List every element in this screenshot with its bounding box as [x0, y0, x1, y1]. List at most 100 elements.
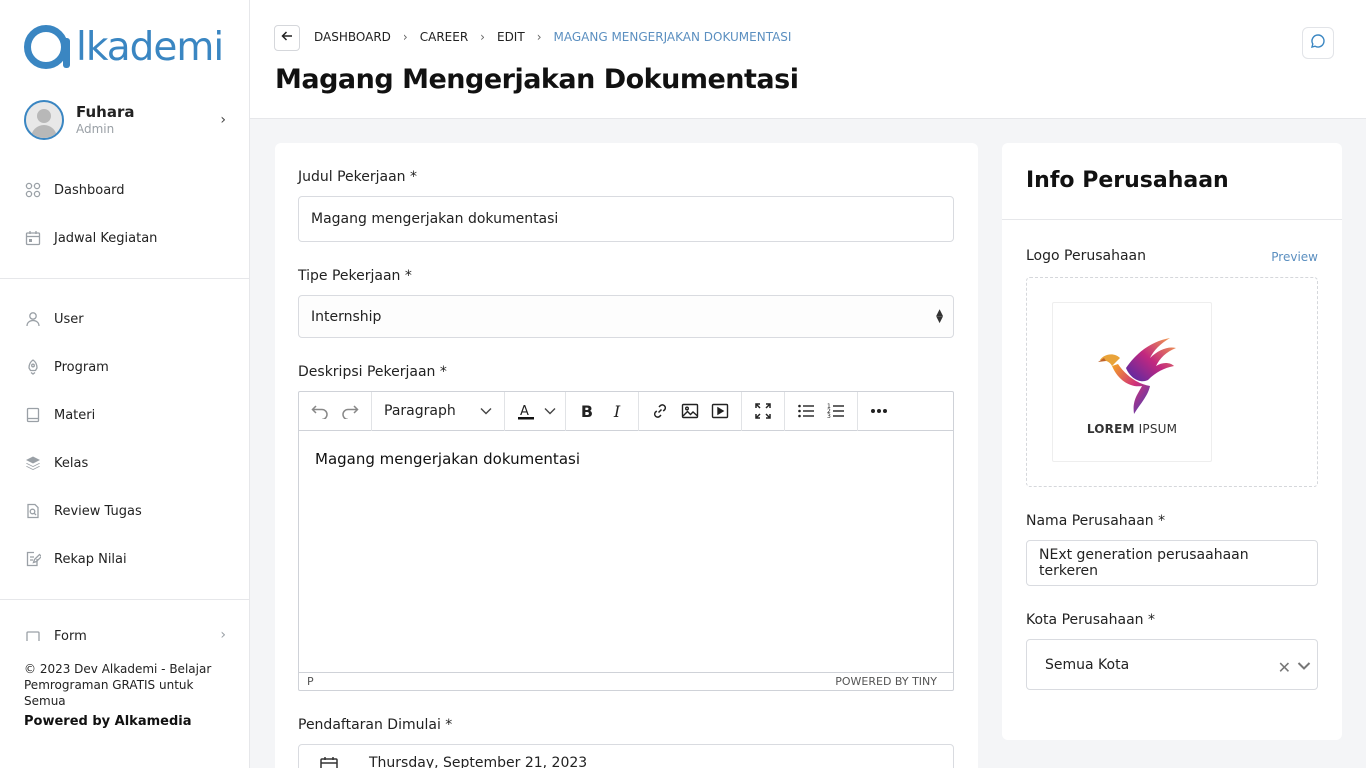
redo-icon[interactable]: [335, 397, 365, 425]
registration-start-datepicker[interactable]: Thursday, September 21, 2023: [298, 744, 954, 768]
form-icon: [24, 627, 42, 641]
sidebar-divider: [0, 278, 249, 279]
registration-start-label: Pendaftaran Dimulai *: [298, 717, 453, 733]
numbered-list-icon[interactable]: 123: [821, 397, 851, 425]
sidebar-item-label: Jadwal Kegiatan: [54, 230, 158, 246]
brand-logo[interactable]: lkademi: [24, 22, 224, 72]
link-icon[interactable]: [645, 397, 675, 425]
arrow-left-icon: [281, 30, 293, 46]
editor-content[interactable]: Magang mengerjakan dokumentasi: [315, 450, 580, 468]
job-type-select[interactable]: Internship ▲ ▼: [298, 295, 954, 338]
logo-mark-icon: [24, 25, 70, 69]
company-info-heading: Info Perusahaan: [1026, 168, 1229, 193]
sidebar-item-label: Dashboard: [54, 182, 125, 198]
powered-by: Powered by Alkamedia: [24, 714, 192, 729]
italic-icon[interactable]: I: [602, 397, 632, 425]
chevron-right-icon: ›: [536, 30, 542, 44]
sidebar-item-label: Kelas: [54, 455, 89, 471]
profile-menu[interactable]: Fuhara Admin ›: [24, 100, 226, 140]
breadcrumb-career[interactable]: CAREER: [420, 30, 468, 44]
bird-logo-icon: [1098, 338, 1176, 414]
bold-icon[interactable]: B: [572, 397, 602, 425]
company-logo-image: LOREM IPSUM: [1052, 302, 1212, 462]
layers-icon: [24, 454, 42, 472]
company-name-value: NExt generation perusaahaan terkeren: [1039, 547, 1249, 579]
company-city-value: Semua Kota: [1045, 656, 1130, 673]
company-logo-label: Logo Perusahaan: [1026, 248, 1146, 264]
card-divider: [1002, 219, 1342, 220]
chevron-down-icon[interactable]: [1297, 659, 1311, 675]
chevron-down-icon: [480, 403, 492, 419]
breadcrumb-edit[interactable]: EDIT: [497, 30, 525, 44]
logo-text-light: IPSUM: [1138, 422, 1178, 436]
logo-upload-area[interactable]: LOREM IPSUM: [1026, 277, 1318, 487]
sidebar-item-form[interactable]: Form ›: [24, 627, 226, 641]
sidebar-copyright: © 2023 Dev Alkademi - Belajar Pemrograma…: [24, 662, 212, 708]
page-header: DASHBOARD › CAREER › EDIT › MAGANG MENGE…: [250, 0, 1366, 119]
chat-icon: [1310, 33, 1326, 53]
block-format-select[interactable]: Paragraph: [378, 397, 498, 425]
sidebar-item-review-tugas[interactable]: Review Tugas: [24, 499, 142, 523]
profile-name: Fuhara: [76, 103, 135, 121]
calendar-icon: [24, 229, 42, 247]
company-info-card: Info Perusahaan Logo Perusahaan Preview: [1002, 143, 1342, 740]
sidebar-item-materi[interactable]: Materi: [24, 403, 95, 427]
fullscreen-icon[interactable]: [748, 397, 778, 425]
sidebar-item-jadwal-kegiatan[interactable]: Jadwal Kegiatan: [24, 226, 157, 250]
rich-text-editor: Paragraph A B I 1 2 3 Magang mengerjakan…: [298, 391, 954, 691]
job-type-value: Internship: [311, 308, 382, 325]
media-icon[interactable]: [705, 397, 735, 425]
sidebar-item-label: Program: [54, 359, 109, 375]
logo-text: lkademi: [76, 24, 224, 70]
edit-doc-icon: [24, 550, 42, 568]
svg-text:3: 3: [827, 413, 831, 420]
sidebar-item-label: Review Tugas: [54, 503, 142, 519]
sidebar-item-label: Rekap Nilai: [54, 551, 127, 567]
breadcrumb: DASHBOARD › CAREER › EDIT › MAGANG MENGE…: [314, 30, 791, 44]
editor-element-path[interactable]: P: [307, 675, 314, 688]
editor-statusbar: P POWERED BY TINY: [299, 672, 953, 690]
editor-powered-by[interactable]: POWERED BY TINY: [835, 675, 937, 688]
sidebar-item-label: Materi: [54, 407, 96, 423]
page-title: Magang Mengerjakan Dokumentasi: [275, 64, 799, 95]
user-icon: [24, 310, 42, 328]
svg-text:A: A: [520, 404, 529, 419]
sidebar-divider: [0, 599, 249, 600]
chevron-right-icon: ›: [220, 627, 226, 641]
sidebar: lkademi Fuhara Admin › Dashboard Jadwal …: [0, 0, 250, 768]
breadcrumb-dashboard[interactable]: DASHBOARD: [314, 30, 391, 44]
search-doc-icon: [24, 502, 42, 520]
breadcrumb-current: MAGANG MENGERJAKAN DOKUMENTASI: [553, 30, 792, 44]
profile-role: Admin: [76, 122, 115, 136]
sidebar-item-user[interactable]: User: [24, 307, 84, 331]
bullet-list-icon[interactable]: [791, 397, 821, 425]
logo-preview-link[interactable]: Preview: [1271, 250, 1318, 264]
sidebar-item-dashboard[interactable]: Dashboard: [24, 178, 125, 202]
avatar: [24, 100, 64, 140]
company-city-label: Kota Perusahaan *: [1026, 612, 1155, 628]
sidebar-item-label: User: [54, 311, 84, 327]
text-color-icon[interactable]: A: [511, 397, 541, 425]
back-button[interactable]: [274, 25, 300, 51]
sidebar-item-kelas[interactable]: Kelas: [24, 451, 88, 475]
undo-icon[interactable]: [305, 397, 335, 425]
chevron-right-icon: ›: [220, 112, 226, 128]
chevron-down-icon[interactable]: [541, 397, 559, 425]
sidebar-item-program[interactable]: Program: [24, 355, 109, 379]
job-title-label: Judul Pekerjaan *: [298, 169, 418, 185]
company-city-select[interactable]: Semua Kota ✕: [1026, 639, 1318, 690]
chevron-right-icon: ›: [480, 30, 485, 44]
sidebar-item-rekap-nilai[interactable]: Rekap Nilai: [24, 547, 127, 571]
block-format-value: Paragraph: [384, 403, 456, 419]
book-icon: [24, 406, 42, 424]
calendar-icon: [319, 755, 339, 768]
clear-icon[interactable]: ✕: [1278, 658, 1291, 677]
image-icon[interactable]: [675, 397, 705, 425]
more-icon[interactable]: [864, 397, 894, 425]
chat-button[interactable]: [1302, 27, 1334, 59]
company-name-input[interactable]: NExt generation perusaahaan terkeren: [1026, 540, 1318, 586]
sidebar-item-label: Form: [54, 628, 87, 642]
grid-icon: [24, 181, 42, 199]
job-title-input[interactable]: Magang mengerjakan dokumentasi: [298, 196, 954, 242]
job-description-label: Deskripsi Pekerjaan *: [298, 364, 447, 380]
